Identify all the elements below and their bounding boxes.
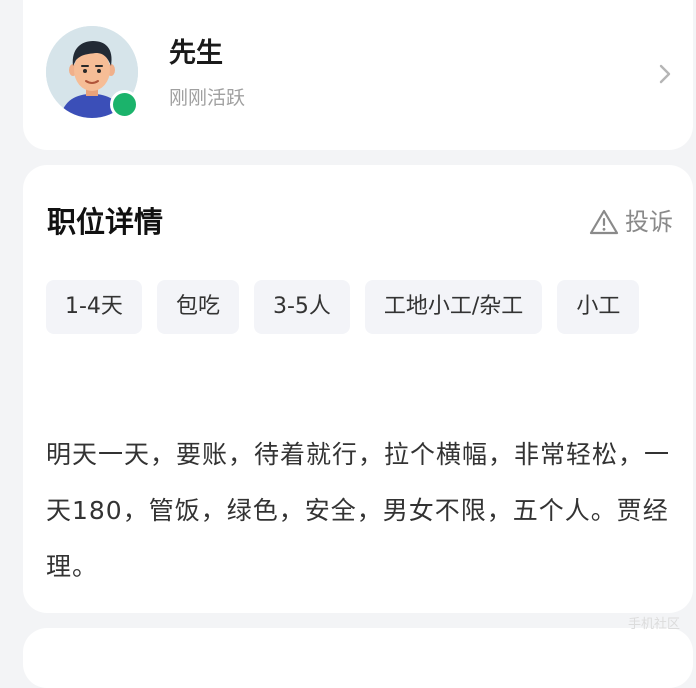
tag-job-type: 工地小工/杂工 (364, 280, 543, 334)
job-detail-card: 职位详情 投诉 1-4天 包吃 3-5人 工地小工/杂工 小工 明天一天，要账，… (23, 165, 693, 613)
next-card (23, 628, 693, 688)
report-label: 投诉 (625, 208, 673, 236)
tag-duration: 1-4天 (46, 280, 142, 334)
watermark: 手机社区 (627, 617, 680, 632)
avatar[interactable] (46, 26, 139, 119)
warning-triangle-icon (589, 209, 619, 235)
tag-meals: 包吃 (156, 280, 239, 334)
job-description: 明天一天，要账，待着就行，拉个横幅，非常轻松，一天180，管饭，绿色，安全，男女… (46, 440, 671, 581)
poster-card[interactable]: 先生 刚刚活跃 (23, 0, 693, 150)
poster-name: 先生 (169, 38, 223, 69)
section-title: 职位详情 (47, 205, 164, 239)
tag-list: 1-4天 包吃 3-5人 工地小工/杂工 小工 (46, 280, 676, 334)
tag-role: 小工 (557, 280, 640, 334)
poster-active-status: 刚刚活跃 (169, 87, 246, 109)
online-status-dot (110, 90, 139, 119)
report-button[interactable]: 投诉 (589, 205, 673, 239)
tag-headcount: 3-5人 (253, 280, 350, 334)
chevron-right-icon[interactable] (655, 62, 675, 86)
